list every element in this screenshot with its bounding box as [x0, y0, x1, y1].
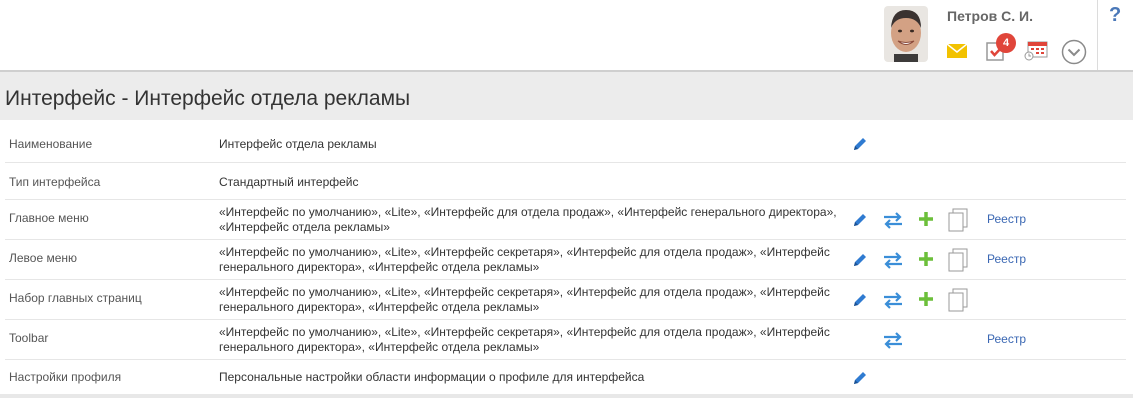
table-row: Toolbar «Интерфейс по умолчанию», «Lite»…	[5, 320, 1126, 360]
plus-icon[interactable]	[917, 250, 935, 268]
pencil-icon[interactable]	[851, 369, 869, 387]
pencil-icon[interactable]	[851, 211, 869, 229]
table-row: Главное меню «Интерфейс по умолчанию», «…	[5, 200, 1126, 240]
row-value: Персональные настройки области информаци…	[219, 370, 645, 384]
table-row: Настройки профиля Персональные настройки…	[5, 360, 1126, 394]
plus-icon[interactable]	[917, 210, 935, 228]
copy-icon[interactable]	[947, 248, 969, 272]
row-label: Набор главных страниц	[9, 291, 142, 305]
row-label: Левое меню	[9, 251, 78, 265]
row-value: «Интерфейс по умолчанию», «Lite», «Интер…	[219, 205, 837, 234]
row-value: Интерфейс отдела рекламы	[219, 137, 377, 151]
table-row: Наименование Интерфейс отдела рекламы	[5, 124, 1126, 163]
row-value: «Интерфейс по умолчанию», «Lite», «Интер…	[219, 245, 830, 274]
copy-icon[interactable]	[947, 208, 969, 232]
pencil-icon[interactable]	[851, 291, 869, 309]
avatar[interactable]	[884, 6, 928, 62]
row-value: «Интерфейс по умолчанию», «Lite», «Интер…	[219, 285, 830, 314]
table-row: Тип интерфейса Стандартный интерфейс	[5, 163, 1126, 200]
exchange-icon[interactable]	[882, 210, 904, 229]
user-name[interactable]: Петров С. И.	[947, 8, 1033, 24]
tasks-count-badge: 4	[996, 33, 1016, 53]
page-title: Интерфейс - Интерфейс отдела рекламы	[5, 87, 411, 110]
registry-link[interactable]: Реестр	[987, 252, 1026, 266]
row-label: Настройки профиля	[9, 370, 122, 384]
properties-table: Наименование Интерфейс отдела рекламы Ти…	[5, 124, 1126, 394]
exchange-icon[interactable]	[882, 330, 904, 349]
row-label: Наименование	[9, 137, 93, 151]
mail-icon[interactable]	[947, 44, 967, 58]
registry-link[interactable]: Реестр	[987, 332, 1026, 346]
exchange-icon[interactable]	[882, 250, 904, 269]
calendar-icon[interactable]	[1024, 41, 1048, 61]
row-value: Стандартный интерфейс	[219, 175, 359, 189]
table-row: Левое меню «Интерфейс по умолчанию», «Li…	[5, 240, 1126, 280]
divider	[1097, 0, 1098, 70]
copy-icon[interactable]	[947, 288, 969, 312]
registry-link[interactable]: Реестр	[987, 212, 1026, 226]
pencil-icon[interactable]	[851, 135, 869, 153]
row-label: Главное меню	[9, 211, 89, 225]
row-label: Тип интерфейса	[9, 175, 101, 189]
table-row: Набор главных страниц «Интерфейс по умол…	[5, 280, 1126, 320]
chevron-down-icon[interactable]	[1061, 39, 1087, 65]
exchange-icon[interactable]	[882, 290, 904, 309]
row-value: «Интерфейс по умолчанию», «Lite», «Интер…	[219, 325, 830, 354]
bottom-border	[0, 394, 1133, 398]
pencil-icon[interactable]	[851, 251, 869, 269]
help-icon[interactable]: ?	[1109, 4, 1121, 27]
plus-icon[interactable]	[917, 290, 935, 308]
row-label: Toolbar	[9, 331, 49, 345]
